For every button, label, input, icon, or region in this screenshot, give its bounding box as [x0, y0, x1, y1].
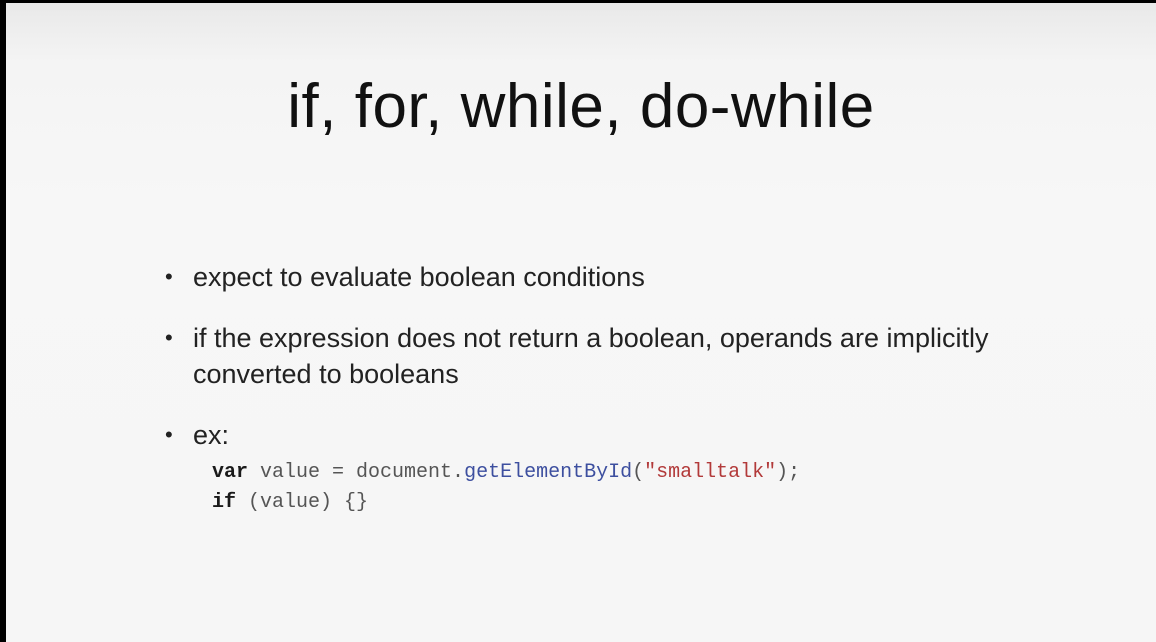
bullet-icon: •	[165, 422, 173, 447]
slide-title: if, for, while, do-while	[287, 72, 875, 141]
bullet-item: • if the expression does not return a bo…	[162, 320, 1042, 392]
bullet-text: ex:	[193, 420, 230, 450]
slide: if, for, while, do-while • expect to eva…	[6, 3, 1156, 642]
code-line: if (value) {}	[212, 488, 800, 518]
code-text: value = document.	[248, 461, 465, 484]
bullet-icon: •	[165, 325, 173, 350]
bullet-text: if the expression does not return a bool…	[193, 323, 989, 389]
bullet-item: • expect to evaluate boolean conditions	[162, 259, 1042, 295]
code-keyword: var	[212, 461, 249, 484]
code-text: (	[632, 461, 645, 484]
bullet-icon: •	[165, 264, 173, 289]
code-keyword: if	[212, 491, 237, 514]
code-string: "smalltalk"	[644, 461, 777, 484]
code-text: );	[776, 461, 801, 484]
code-example: var value = document.getElementById("sma…	[212, 458, 800, 518]
bullet-item: • ex:	[162, 417, 1042, 453]
code-method: getElementById	[464, 461, 633, 484]
bullet-text: expect to evaluate boolean conditions	[193, 262, 645, 292]
code-text: (value) {}	[236, 491, 369, 514]
code-line: var value = document.getElementById("sma…	[212, 458, 800, 488]
bullet-list: • expect to evaluate boolean conditions …	[162, 259, 1042, 453]
